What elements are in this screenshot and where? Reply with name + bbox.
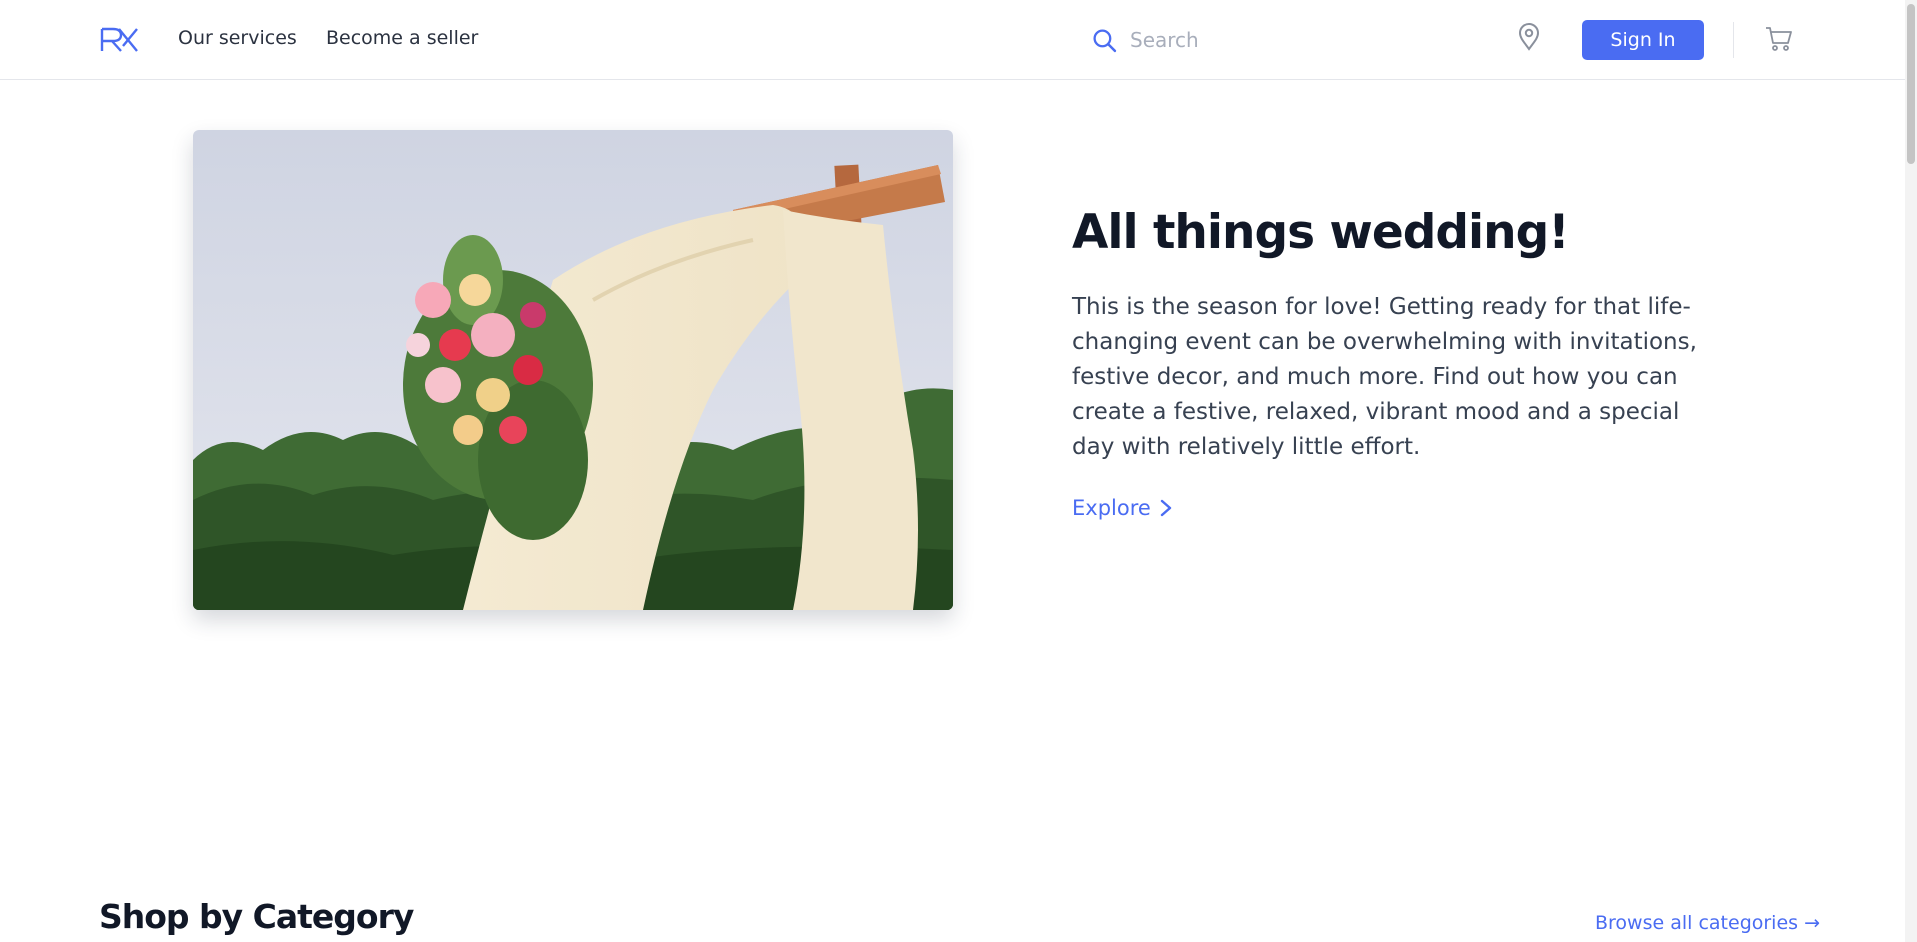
search-icon[interactable] bbox=[1092, 28, 1117, 53]
nav-become-a-seller[interactable]: Become a seller bbox=[326, 27, 478, 49]
scrollbar-thumb[interactable] bbox=[1907, 4, 1915, 164]
logo-icon[interactable] bbox=[99, 27, 139, 53]
nav-our-services[interactable]: Our services bbox=[178, 27, 297, 49]
page: Our services Become a seller Sign In bbox=[0, 0, 1917, 942]
hero-description: This is the season for love! Getting rea… bbox=[1072, 294, 1697, 460]
browse-all-categories-link[interactable]: Browse all categories → bbox=[1595, 912, 1820, 934]
explore-label: Explore bbox=[1072, 496, 1151, 520]
hero-title: All things wedding! bbox=[1072, 205, 1570, 260]
chevron-right-icon bbox=[1160, 499, 1172, 517]
shopping-cart-icon[interactable] bbox=[1765, 26, 1793, 52]
search-input[interactable] bbox=[1130, 22, 1430, 58]
page-scrollbar[interactable] bbox=[1905, 0, 1917, 942]
shop-by-category-title: Shop by Category bbox=[99, 897, 414, 936]
sign-in-button[interactable]: Sign In bbox=[1582, 20, 1704, 60]
explore-link[interactable]: Explore bbox=[1072, 496, 1173, 520]
header-divider bbox=[1733, 22, 1734, 58]
map-pin-icon[interactable] bbox=[1517, 23, 1541, 51]
site-header: Our services Become a seller Sign In bbox=[0, 0, 1905, 80]
hero-image-wedding-arch bbox=[193, 130, 953, 610]
